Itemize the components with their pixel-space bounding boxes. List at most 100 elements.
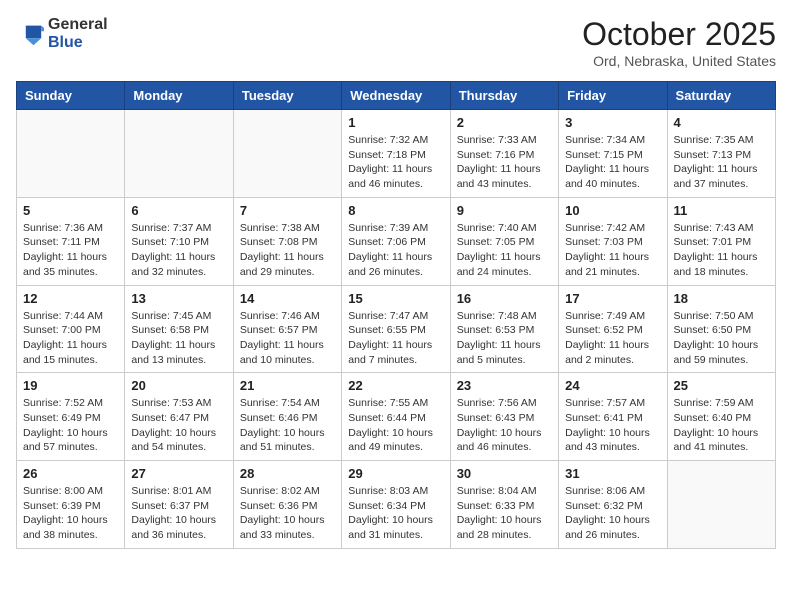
day-info: Sunrise: 7:59 AM Sunset: 6:40 PM Dayligh… [674,396,769,455]
logo-blue-text: Blue [48,34,108,52]
day-info: Sunrise: 7:45 AM Sunset: 6:58 PM Dayligh… [131,309,226,368]
table-row: 23 Sunrise: 7:56 AM Sunset: 6:43 PM Dayli… [450,373,558,461]
day-info: Sunrise: 7:40 AM Sunset: 7:05 PM Dayligh… [457,221,552,280]
table-row: 12 Sunrise: 7:44 AM Sunset: 7:00 PM Dayli… [17,285,125,373]
col-tuesday: Tuesday [233,82,341,110]
table-row: 25 Sunrise: 7:59 AM Sunset: 6:40 PM Dayli… [667,373,775,461]
table-row: 13 Sunrise: 7:45 AM Sunset: 6:58 PM Dayli… [125,285,233,373]
day-number: 6 [131,203,226,218]
table-row: 15Sunrise: 7:47 AM Sunset: 6:55 PM Dayli… [342,285,450,373]
day-number: 22 [348,378,443,393]
table-row: 21 Sunrise: 7:54 AM Sunset: 6:46 PM Dayli… [233,373,341,461]
table-row: 22 Sunrise: 7:55 AM Sunset: 6:44 PM Dayli… [342,373,450,461]
day-number: 21 [240,378,335,393]
day-info: Sunrise: 7:48 AM Sunset: 6:53 PM Dayligh… [457,309,552,368]
day-number: 24 [565,378,660,393]
table-row: 19Sunrise: 7:52 AM Sunset: 6:49 PM Dayli… [17,373,125,461]
day-info: Sunrise: 7:44 AM Sunset: 7:00 PM Dayligh… [23,309,118,368]
calendar-week-row: 5 Sunrise: 7:36 AM Sunset: 7:11 PM Daylig… [17,197,776,285]
logo-general-text: General [48,16,108,34]
day-number: 23 [457,378,552,393]
table-row: 29Sunrise: 8:03 AM Sunset: 6:34 PM Dayli… [342,461,450,549]
logo-icon [16,20,44,48]
table-row [125,110,233,198]
day-info: Sunrise: 8:01 AM Sunset: 6:37 PM Dayligh… [131,484,226,543]
table-row: 6Sunrise: 7:37 AM Sunset: 7:10 PM Daylig… [125,197,233,285]
day-info: Sunrise: 7:39 AM Sunset: 7:06 PM Dayligh… [348,221,443,280]
table-row: 16Sunrise: 7:48 AM Sunset: 6:53 PM Dayli… [450,285,558,373]
table-row: 26 Sunrise: 8:00 AM Sunset: 6:39 PM Dayli… [17,461,125,549]
day-info: Sunrise: 7:35 AM Sunset: 7:13 PM Dayligh… [674,133,769,192]
day-number: 20 [131,378,226,393]
table-row [667,461,775,549]
day-info: Sunrise: 7:56 AM Sunset: 6:43 PM Dayligh… [457,396,552,455]
day-info: Sunrise: 8:04 AM Sunset: 6:33 PM Dayligh… [457,484,552,543]
day-number: 5 [23,203,118,218]
day-info: Sunrise: 7:38 AM Sunset: 7:08 PM Dayligh… [240,221,335,280]
day-number: 12 [23,291,118,306]
col-saturday: Saturday [667,82,775,110]
day-info: Sunrise: 8:00 AM Sunset: 6:39 PM Dayligh… [23,484,118,543]
table-row [17,110,125,198]
col-monday: Monday [125,82,233,110]
day-info: Sunrise: 7:49 AM Sunset: 6:52 PM Dayligh… [565,309,660,368]
calendar-week-row: 1 Sunrise: 7:32 AM Sunset: 7:18 PM Daylig… [17,110,776,198]
day-number: 17 [565,291,660,306]
table-row: 10 Sunrise: 7:42 AM Sunset: 7:03 PM Dayli… [559,197,667,285]
location: Ord, Nebraska, United States [582,53,776,69]
table-row: 17 Sunrise: 7:49 AM Sunset: 6:52 PM Dayli… [559,285,667,373]
table-row: 28 Sunrise: 8:02 AM Sunset: 6:36 PM Dayli… [233,461,341,549]
col-wednesday: Wednesday [342,82,450,110]
day-info: Sunrise: 7:42 AM Sunset: 7:03 PM Dayligh… [565,221,660,280]
day-info: Sunrise: 7:43 AM Sunset: 7:01 PM Dayligh… [674,221,769,280]
table-row: 18 Sunrise: 7:50 AM Sunset: 6:50 PM Dayli… [667,285,775,373]
table-row [233,110,341,198]
title-area: October 2025 Ord, Nebraska, United State… [582,16,776,69]
day-number: 18 [674,291,769,306]
calendar-header-row: Sunday Monday Tuesday Wednesday Thursday… [17,82,776,110]
day-info: Sunrise: 7:33 AM Sunset: 7:16 PM Dayligh… [457,133,552,192]
table-row: 1 Sunrise: 7:32 AM Sunset: 7:18 PM Daylig… [342,110,450,198]
day-number: 10 [565,203,660,218]
col-thursday: Thursday [450,82,558,110]
day-number: 2 [457,115,552,130]
day-info: Sunrise: 7:50 AM Sunset: 6:50 PM Dayligh… [674,309,769,368]
day-number: 26 [23,466,118,481]
table-row: 20 Sunrise: 7:53 AM Sunset: 6:47 PM Dayli… [125,373,233,461]
page-header: General Blue October 2025 Ord, Nebraska,… [16,16,776,69]
day-info: Sunrise: 7:34 AM Sunset: 7:15 PM Dayligh… [565,133,660,192]
day-info: Sunrise: 7:32 AM Sunset: 7:18 PM Dayligh… [348,133,443,192]
day-info: Sunrise: 7:36 AM Sunset: 7:11 PM Dayligh… [23,221,118,280]
table-row: 31 Sunrise: 8:06 AM Sunset: 6:32 PM Dayli… [559,461,667,549]
day-number: 7 [240,203,335,218]
day-number: 29 [348,466,443,481]
month-title: October 2025 [582,16,776,53]
day-number: 3 [565,115,660,130]
day-info: Sunrise: 7:57 AM Sunset: 6:41 PM Dayligh… [565,396,660,455]
day-number: 9 [457,203,552,218]
day-info: Sunrise: 8:02 AM Sunset: 6:36 PM Dayligh… [240,484,335,543]
day-number: 27 [131,466,226,481]
day-number: 13 [131,291,226,306]
day-number: 31 [565,466,660,481]
calendar-week-row: 12 Sunrise: 7:44 AM Sunset: 7:00 PM Dayli… [17,285,776,373]
day-number: 28 [240,466,335,481]
day-info: Sunrise: 7:46 AM Sunset: 6:57 PM Dayligh… [240,309,335,368]
table-row: 30Sunrise: 8:04 AM Sunset: 6:33 PM Dayli… [450,461,558,549]
calendar-week-row: 19Sunrise: 7:52 AM Sunset: 6:49 PM Dayli… [17,373,776,461]
day-info: Sunrise: 7:53 AM Sunset: 6:47 PM Dayligh… [131,396,226,455]
day-number: 4 [674,115,769,130]
table-row: 11Sunrise: 7:43 AM Sunset: 7:01 PM Dayli… [667,197,775,285]
day-info: Sunrise: 7:54 AM Sunset: 6:46 PM Dayligh… [240,396,335,455]
logo-text: General Blue [48,16,108,51]
table-row: 14Sunrise: 7:46 AM Sunset: 6:57 PM Dayli… [233,285,341,373]
day-info: Sunrise: 7:47 AM Sunset: 6:55 PM Dayligh… [348,309,443,368]
calendar-week-row: 26 Sunrise: 8:00 AM Sunset: 6:39 PM Dayli… [17,461,776,549]
day-number: 25 [674,378,769,393]
table-row: 2 Sunrise: 7:33 AM Sunset: 7:16 PM Daylig… [450,110,558,198]
day-number: 1 [348,115,443,130]
col-friday: Friday [559,82,667,110]
day-info: Sunrise: 8:06 AM Sunset: 6:32 PM Dayligh… [565,484,660,543]
table-row: 4 Sunrise: 7:35 AM Sunset: 7:13 PM Daylig… [667,110,775,198]
day-info: Sunrise: 7:55 AM Sunset: 6:44 PM Dayligh… [348,396,443,455]
